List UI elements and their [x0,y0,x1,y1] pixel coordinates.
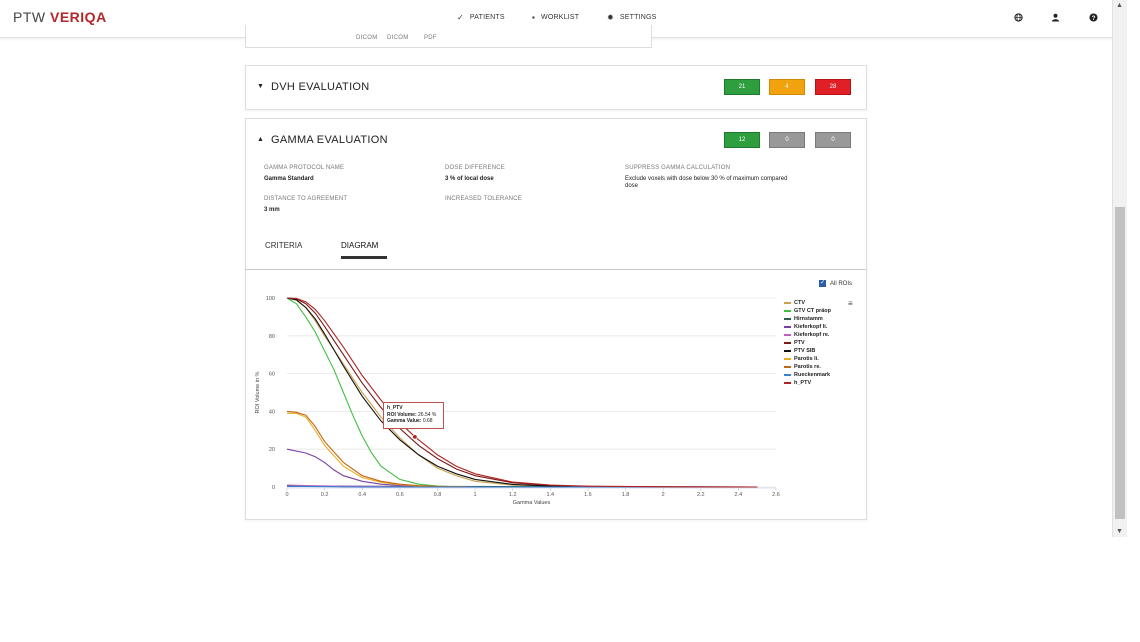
legend-swatch [784,318,791,320]
gamma-warn-badge: 0 [769,132,805,148]
protocol-name-label: GAMMA PROTOCOL NAME [264,165,345,171]
list-icon: ▪ [532,13,536,22]
legend-label: CTV [794,300,805,306]
legend-swatch [784,374,791,376]
nav-patients[interactable]: ✓ PATIENTS [457,13,505,22]
legend-item[interactable]: CTV [784,300,805,306]
legend-item[interactable]: h_PTV [784,380,811,386]
legend-label: Kieferkopf li. [794,324,828,330]
gamma-fail-badge: 0 [815,132,851,148]
increased-tolerance-label: INCREASED TOLERANCE [445,196,522,202]
scroll-down-arrow-icon[interactable]: ▼ [1116,528,1123,535]
file-type-label[interactable]: DICOM [387,35,409,41]
legend-swatch [784,342,791,344]
legend-item[interactable]: Parotis re. [784,364,821,370]
suppress-gamma-value: Exclude voxels with dose below 30 % of m… [625,176,788,189]
file-type-label[interactable]: PDF [424,35,437,41]
tooltip-gamma-label: Gamma Value: [387,418,422,424]
chart-tooltip: h_PTV ROI Volume: 26.54 % Gamma Value: 0… [383,402,444,429]
suppress-gamma-label: SUPPRESS GAMMA CALCULATION [625,165,731,171]
tooltip-roi-value: 26.54 % [418,411,437,418]
legend-swatch [784,302,791,304]
logo-veriqa: VERIQA [50,9,107,25]
file-type-label[interactable]: DICOM [356,35,378,41]
legend-label: Parotis re. [794,364,821,370]
all-rois-toggle[interactable]: ✓ All ROIs [819,280,852,287]
legend-label: Kieferkopf re. [794,332,830,338]
nav-worklist-label: WORKLIST [541,14,580,21]
dta-label: DISTANCE TO AGREEMENT [264,196,348,202]
tab-diagram[interactable]: DIAGRAM [341,241,378,250]
tab-criteria[interactable]: CRITERIA [265,241,302,250]
protocol-name-value: Gamma Standard [264,176,314,182]
logo-ptw: PTW [13,9,46,25]
dvh-title: DVH EVALUATION [271,81,370,93]
active-tab-indicator [341,256,387,259]
legend-item[interactable]: PTV SIB [784,348,815,354]
app-logo[interactable]: PTW VERIQA [13,9,107,25]
help-icon[interactable]: ? [1088,13,1098,23]
legend-label: Parotis li. [794,356,819,362]
legend-swatch [784,382,791,384]
legend-item[interactable]: PTV [784,340,805,346]
legend-item[interactable]: Rueckenmark [784,372,830,378]
tooltip-roi-label: ROI Volume: [387,411,417,418]
legend-swatch [784,326,791,328]
tab-divider [245,269,866,270]
dta-value: 3 mm [264,207,280,213]
gamma-pass-badge: 12 [724,132,760,148]
globe-icon[interactable] [1013,13,1023,23]
nav-settings[interactable]: ✹ SETTINGS [607,13,657,22]
check-icon: ✓ [457,13,464,22]
scroll-up-arrow-icon[interactable]: ▲ [1116,2,1123,9]
legend-label: GTV CT präop [794,308,831,314]
legend-label: PTV [794,340,805,346]
nav-patients-label: PATIENTS [469,14,505,21]
collapse-arrow-icon[interactable]: ▲ [257,136,264,143]
legend-label: h_PTV [794,380,812,386]
legend-swatch [784,350,791,352]
legend-item[interactable]: Kieferkopf re. [784,332,829,338]
svg-text:?: ? [1091,15,1095,22]
user-icon[interactable] [1050,13,1060,23]
dvh-fail-badge: 28 [815,79,851,95]
dvh-warn-badge: 4 [769,79,805,95]
nav-worklist[interactable]: ▪ WORKLIST [532,13,579,22]
legend-label: Hirnstamm [794,316,823,322]
gamma-title[interactable]: GAMMA EVALUATION [271,134,388,146]
dvh-evaluation-card[interactable]: ▼ DVH EVALUATION 21 4 28 [245,65,867,110]
all-rois-label: All ROIs [830,280,853,287]
checkbox-checked-icon[interactable]: ✓ [819,280,826,287]
gear-icon: ✹ [607,13,614,22]
legend-label: PTV SIB [794,348,816,354]
dose-difference-label: DOSE DIFFERENCE [445,165,506,171]
dose-difference-value: 3 % of local dose [445,176,494,182]
expand-arrow-icon[interactable]: ▼ [257,83,264,90]
tooltip-gamma-value: 0.68 [422,418,433,424]
scroll-thumb[interactable] [1115,207,1125,519]
previous-card [245,25,652,48]
legend-label: Rueckenmark [794,372,831,378]
legend-item[interactable]: Hirnstamm [784,316,823,322]
legend-item[interactable]: GTV CT präop [784,308,831,314]
legend-item[interactable]: Parotis li. [784,356,819,362]
dvh-pass-badge: 21 [724,79,760,95]
legend-swatch [784,366,791,368]
chart-menu-icon[interactable]: ≡ [848,299,853,308]
legend-swatch [784,310,791,312]
legend-swatch [784,334,791,336]
nav-settings-label: SETTINGS [619,14,657,21]
legend-item[interactable]: Kieferkopf li. [784,324,827,330]
page-scrollbar[interactable]: ▲ ▼ [1112,0,1127,537]
legend-swatch [784,358,791,360]
